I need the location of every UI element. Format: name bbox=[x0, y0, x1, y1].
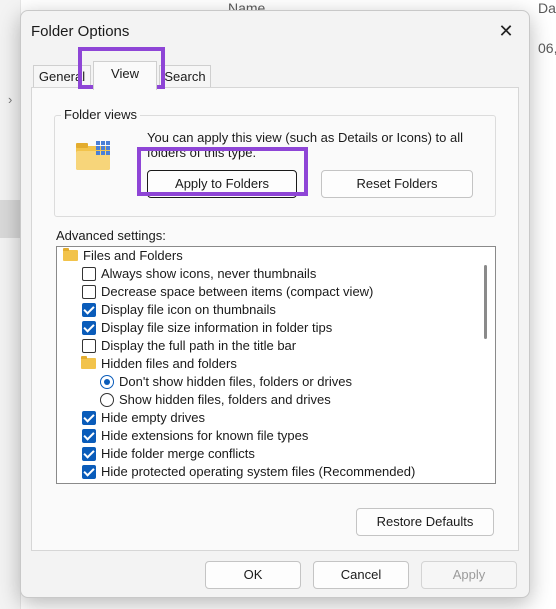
setting-label: Don't show hidden files, folders or driv… bbox=[119, 374, 352, 389]
date-value: 06, bbox=[538, 40, 556, 56]
folder-icon bbox=[63, 248, 78, 261]
view-tab-panel: Folder views You can apply this view (su… bbox=[31, 87, 519, 551]
setting-checkbox-item[interactable]: Hide folder merge conflicts bbox=[57, 445, 477, 463]
setting-checkbox-item[interactable]: Display the full path in the title bar bbox=[57, 337, 477, 355]
setting-label: Display the full path in the title bar bbox=[101, 338, 297, 353]
checkbox-unchecked[interactable] bbox=[82, 285, 96, 299]
tree-folder-item: Files and Folders bbox=[57, 247, 477, 265]
tab-view[interactable]: View bbox=[93, 61, 157, 90]
setting-label: Hide extensions for known file types bbox=[101, 428, 309, 443]
column-header-date[interactable]: Da bbox=[538, 0, 556, 16]
setting-checkbox-item[interactable]: Hide empty drives bbox=[57, 409, 477, 427]
checkbox-unchecked[interactable] bbox=[82, 339, 96, 353]
folder-icon bbox=[81, 356, 96, 369]
setting-label: Display file size information in folder … bbox=[101, 320, 333, 335]
dialog-title: Folder Options bbox=[31, 23, 130, 40]
setting-checkbox-item[interactable]: Display file icon on thumbnails bbox=[57, 301, 477, 319]
setting-checkbox-item[interactable]: Always show icons, never thumbnails bbox=[57, 265, 477, 283]
checkbox-unchecked[interactable] bbox=[82, 267, 96, 281]
reset-folders-button[interactable]: Reset Folders bbox=[321, 170, 473, 198]
tab-search[interactable]: Search bbox=[159, 65, 211, 88]
ok-button[interactable]: OK bbox=[205, 561, 301, 589]
setting-checkbox-item[interactable]: Decrease space between items (compact vi… bbox=[57, 283, 477, 301]
tree-folder-item: Hidden files and folders bbox=[57, 355, 477, 373]
checkbox-checked[interactable] bbox=[82, 447, 96, 461]
setting-radio-item[interactable]: Show hidden files, folders and drives bbox=[57, 391, 477, 409]
setting-checkbox-item[interactable] bbox=[57, 481, 477, 484]
chevron-right-icon[interactable]: › bbox=[8, 92, 12, 107]
folder-views-legend: Folder views bbox=[61, 107, 140, 122]
setting-label: Hide empty drives bbox=[101, 410, 206, 425]
setting-label: Hidden files and folders bbox=[101, 356, 237, 371]
advanced-settings-label: Advanced settings: bbox=[56, 228, 166, 243]
cancel-button[interactable]: Cancel bbox=[313, 561, 409, 589]
apply-to-folders-button[interactable]: Apply to Folders bbox=[147, 170, 297, 198]
checkbox-checked[interactable] bbox=[82, 429, 96, 443]
checkbox-checked[interactable] bbox=[82, 483, 96, 484]
setting-label: Display file icon on thumbnails bbox=[101, 302, 276, 317]
folder-views-group: Folder views You can apply this view (su… bbox=[54, 107, 496, 217]
restore-defaults-button[interactable]: Restore Defaults bbox=[356, 508, 494, 536]
advanced-settings-list[interactable]: Files and Folders Always show icons, neve… bbox=[56, 246, 496, 484]
setting-label: Always show icons, never thumbnails bbox=[101, 266, 317, 281]
sidebar-selected-item[interactable] bbox=[0, 200, 20, 238]
setting-label: Decrease space between items (compact vi… bbox=[101, 284, 374, 299]
setting-label: Show hidden files, folders and drives bbox=[119, 392, 331, 407]
apply-button[interactable]: Apply bbox=[421, 561, 517, 589]
setting-label: Hide protected operating system files (R… bbox=[101, 464, 416, 479]
radio-unselected[interactable] bbox=[100, 393, 114, 407]
explorer-sidebar: › bbox=[0, 0, 21, 609]
tab-general[interactable]: General bbox=[33, 65, 91, 88]
radio-selected[interactable] bbox=[100, 375, 114, 389]
folder-views-description: You can apply this view (such as Details… bbox=[147, 130, 464, 160]
setting-radio-item[interactable]: Don't show hidden files, folders or driv… bbox=[57, 373, 477, 391]
setting-checkbox-item[interactable]: Display file size information in folder … bbox=[57, 319, 477, 337]
folder-view-icon bbox=[76, 141, 110, 170]
setting-label: Hide folder merge conflicts bbox=[101, 446, 255, 461]
folder-options-dialog: Folder Options ✕ General View Search Fol… bbox=[20, 10, 530, 598]
checkbox-checked[interactable] bbox=[82, 303, 96, 317]
checkbox-checked[interactable] bbox=[82, 465, 96, 479]
scrollbar-thumb[interactable] bbox=[484, 265, 487, 339]
setting-label: Files and Folders bbox=[83, 248, 183, 263]
close-button[interactable]: ✕ bbox=[491, 17, 521, 45]
setting-checkbox-item[interactable]: Hide protected operating system files (R… bbox=[57, 463, 477, 481]
checkbox-checked[interactable] bbox=[82, 411, 96, 425]
setting-checkbox-item[interactable]: Hide extensions for known file types bbox=[57, 427, 477, 445]
checkbox-checked[interactable] bbox=[82, 321, 96, 335]
